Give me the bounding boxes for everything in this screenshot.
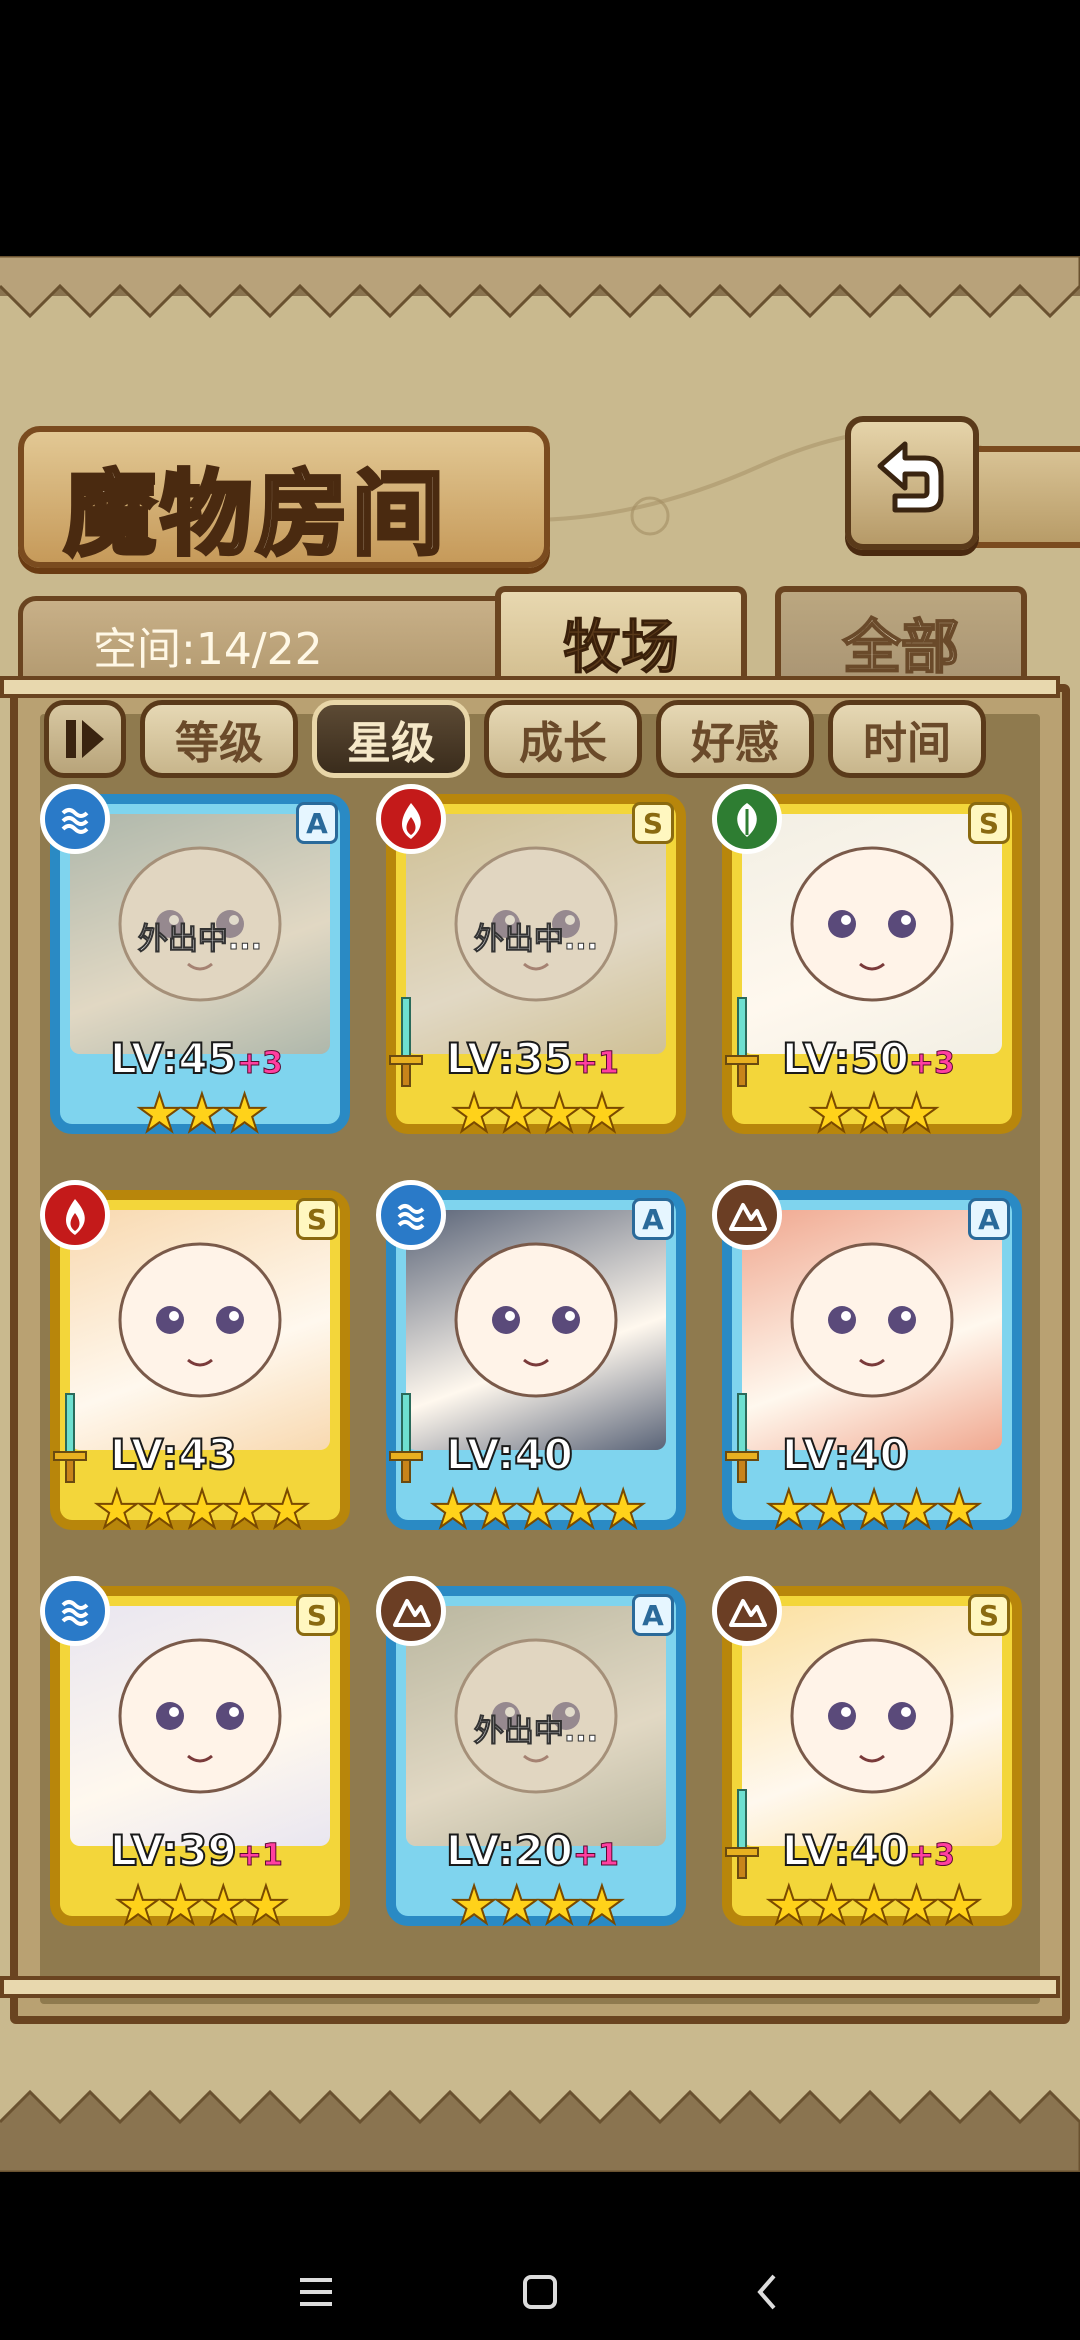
page-title: 魔物房间 <box>62 458 449 570</box>
monster-portrait <box>742 1210 1002 1450</box>
rank-badge: A <box>968 1198 1010 1240</box>
rank-badge: S <box>296 1198 338 1240</box>
water-element-icon <box>40 784 110 854</box>
star-rating: ★★★★★ <box>428 1479 647 1541</box>
rank-badge: S <box>632 802 674 844</box>
star-rating: ★★★★★ <box>764 1479 983 1541</box>
monster-face-illustration <box>790 846 954 1002</box>
monster-level: LV:50+3 <box>781 1033 955 1084</box>
fire-element-icon <box>40 1180 110 1250</box>
monster-portrait <box>70 1606 330 1846</box>
star-rating: ★★★ <box>135 1083 269 1145</box>
water-element-icon <box>40 1576 110 1646</box>
monster-level: LV:40 <box>445 1429 574 1480</box>
monster-level: LV:45+3 <box>109 1033 283 1084</box>
star-rating: ★★★★★ <box>92 1479 311 1541</box>
sort-filter-bar: 等级 星级 成长 好感 时间 <box>44 700 1044 780</box>
filter-time[interactable]: 时间 <box>828 700 986 778</box>
zigzag-bottom-border <box>0 2089 1080 2172</box>
level-bonus: +3 <box>908 1838 955 1874</box>
monster-grid: A 外出中... LV:45+3 ★★★ S 外出中... LV:35+1 ★★… <box>40 784 1040 1974</box>
monster-card[interactable]: S LV:40+3 ★★★★★ <box>712 1576 1032 1946</box>
star-rating: ★★★★★ <box>764 1875 983 1937</box>
rank-badge: A <box>632 1594 674 1636</box>
monster-card[interactable]: S LV:39+1 ★★★★ <box>40 1576 360 1946</box>
title-plate: 魔物房间 <box>18 426 550 570</box>
earth-element-icon <box>376 1576 446 1646</box>
space-counter: 空间:14/22 <box>93 624 323 675</box>
back-button[interactable] <box>845 416 979 550</box>
rank-badge: S <box>968 1594 1010 1636</box>
monster-level: LV:40 <box>781 1429 910 1480</box>
monster-card[interactable]: A LV:40 ★★★★★ <box>376 1180 696 1550</box>
sword-icon <box>725 1789 759 1879</box>
status-bar-area <box>0 0 1080 256</box>
away-status: 外出中... <box>473 922 599 958</box>
sword-icon <box>389 997 423 1087</box>
level-bonus: +1 <box>572 1046 619 1082</box>
star-rating: ★★★★ <box>450 1083 626 1145</box>
monster-card[interactable]: A 外出中... LV:20+1 ★★★★ <box>376 1576 696 1946</box>
home-square-icon[interactable] <box>510 2262 570 2322</box>
sword-icon <box>725 997 759 1087</box>
panel-bottom-rail <box>0 1976 1060 1998</box>
monster-portrait <box>742 814 1002 1054</box>
filter-affection[interactable]: 好感 <box>656 700 814 778</box>
level-bonus: +1 <box>236 1838 283 1874</box>
water-element-icon <box>376 1180 446 1250</box>
monster-card[interactable]: S LV:50+3 ★★★ <box>712 784 1032 1154</box>
monster-card[interactable]: S 外出中... LV:35+1 ★★★★ <box>376 784 696 1154</box>
filter-growth[interactable]: 成长 <box>484 700 642 778</box>
star-rating: ★★★★ <box>450 1875 626 1937</box>
away-status: 外出中... <box>137 922 263 958</box>
away-status: 外出中... <box>473 1714 599 1750</box>
monster-face-illustration <box>118 1242 282 1398</box>
monster-level: LV:40+3 <box>781 1825 955 1876</box>
fire-element-icon <box>376 784 446 854</box>
filter-toggle-button[interactable] <box>44 700 126 778</box>
earth-element-icon <box>712 1180 782 1250</box>
rank-badge: A <box>632 1198 674 1240</box>
filter-toggle-icon <box>66 720 104 758</box>
level-bonus: +3 <box>236 1046 283 1082</box>
sword-icon <box>53 1393 87 1483</box>
level-bonus: +1 <box>572 1838 619 1874</box>
monster-card[interactable]: A LV:40 ★★★★★ <box>712 1180 1032 1550</box>
rank-badge: A <box>296 802 338 844</box>
monster-level: LV:39+1 <box>109 1825 283 1876</box>
filter-level[interactable]: 等级 <box>140 700 298 778</box>
star-rating: ★★★ <box>807 1083 941 1145</box>
monster-card[interactable]: A 外出中... LV:45+3 ★★★ <box>40 784 360 1154</box>
space-counter-plate: 空间:14/22 <box>18 596 528 686</box>
monster-level: LV:20+1 <box>445 1825 619 1876</box>
filter-stars[interactable]: 星级 <box>312 700 470 778</box>
monster-face-illustration <box>454 1242 618 1398</box>
star-rating: ★★★★ <box>114 1875 290 1937</box>
rank-badge: S <box>968 802 1010 844</box>
back-chevron-icon[interactable] <box>738 2262 798 2322</box>
monster-face-illustration <box>790 1638 954 1794</box>
rank-badge: S <box>296 1594 338 1636</box>
monster-level: LV:43 <box>109 1429 238 1480</box>
monster-card[interactable]: S LV:43 ★★★★★ <box>40 1180 360 1550</box>
level-bonus: +3 <box>908 1046 955 1082</box>
monster-level: LV:35+1 <box>445 1033 619 1084</box>
return-arrow-icon <box>877 441 944 513</box>
monster-portrait <box>70 1210 330 1450</box>
panel-top-rail <box>0 676 1060 698</box>
grass-element-icon <box>712 784 782 854</box>
monster-face-illustration <box>790 1242 954 1398</box>
sword-icon <box>389 1393 423 1483</box>
monster-portrait <box>742 1606 1002 1846</box>
monster-portrait <box>406 1210 666 1450</box>
sword-icon <box>725 1393 759 1483</box>
menu-icon[interactable] <box>286 2262 346 2322</box>
earth-element-icon <box>712 1576 782 1646</box>
monster-face-illustration <box>118 1638 282 1794</box>
